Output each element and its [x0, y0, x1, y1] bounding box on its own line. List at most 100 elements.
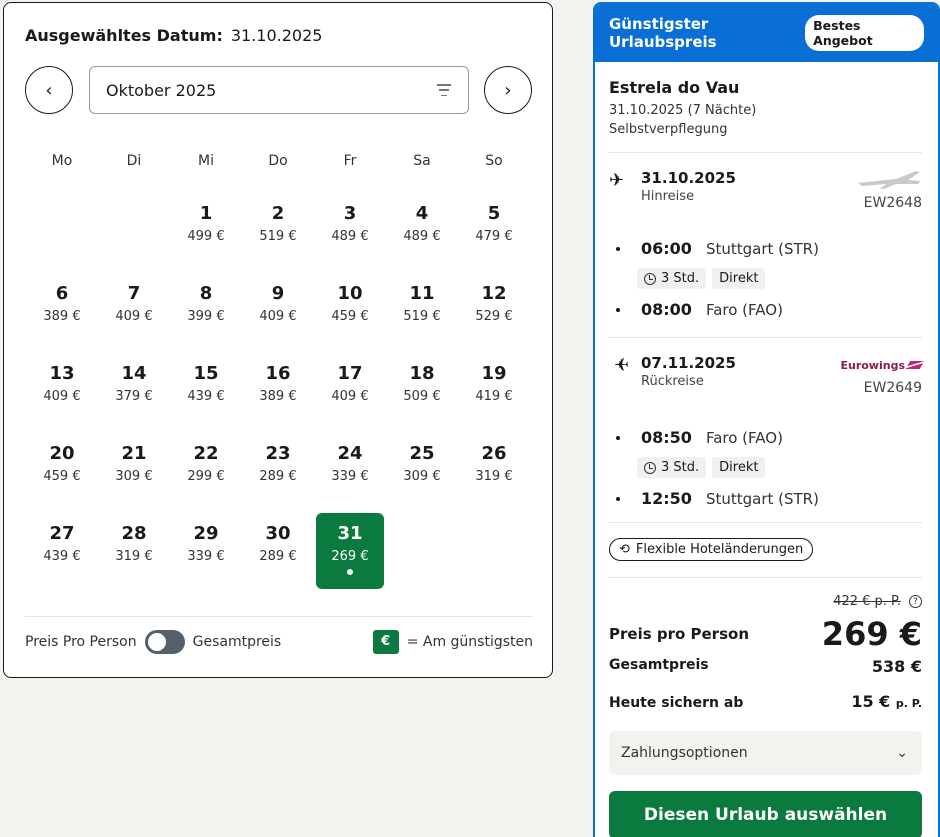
calendar-day[interactable]: 18 509 €	[386, 353, 458, 429]
calendar-day[interactable]: 27 439 €	[26, 513, 98, 589]
calendar-day[interactable]: 3 489 €	[314, 193, 386, 269]
day-number: 27	[49, 523, 75, 544]
select-holiday-button[interactable]: Diesen Urlaub auswählen	[609, 791, 922, 837]
day-number: 18	[409, 363, 435, 384]
day-number: 12	[481, 283, 507, 304]
cheapest-legend: € = Am günstigsten	[372, 629, 533, 654]
previous-month-button[interactable]: ‹	[25, 66, 73, 114]
airline-name: Eurowings	[840, 358, 905, 372]
outbound-flight: ✈ 31.10.2025 Hinreise EW2648 06:00 Stutt…	[609, 169, 922, 319]
euro-icon: €	[372, 629, 399, 654]
calendar-day[interactable]: 1 499 €	[170, 193, 242, 269]
day-price: 319 €	[475, 469, 513, 484]
month-select[interactable]: Oktober 2025	[89, 66, 469, 114]
calendar-grid: 1 499 € 2 519 € 3 489 € 4 489 € 5 479 € 6 389 € 7 409…	[26, 193, 530, 593]
day-number: 11	[409, 283, 435, 304]
deposit-amount: 15 €	[851, 692, 891, 711]
offer-header: Günstigster Urlaubspreis Bestes Angebot	[595, 4, 938, 62]
outbound-departure-airport: Stuttgart (STR)	[705, 239, 819, 258]
toggle-knob	[147, 632, 166, 651]
duration-text: 3 Std.	[661, 460, 700, 475]
date-picker-calendar: Ausgewähltes Datum: 31.10.2025 ‹ Oktober…	[3, 2, 553, 678]
return-type: Rückreise	[641, 374, 704, 389]
day-number: 15	[193, 363, 219, 384]
calendar-day[interactable]: 7 409 €	[98, 273, 170, 349]
divider	[609, 577, 922, 578]
day-number: 19	[481, 363, 507, 384]
day-price: 439 €	[43, 549, 81, 564]
outbound-departure-time: 06:00	[641, 239, 692, 258]
outbound-arrival-airport: Faro (FAO)	[705, 300, 783, 319]
day-number: 2	[271, 203, 285, 224]
calendar-day[interactable]: 30 289 €	[242, 513, 314, 589]
calendar-day[interactable]: 9 409 €	[242, 273, 314, 349]
day-number: 28	[121, 523, 147, 544]
day-price: 489 €	[331, 229, 369, 244]
calendar-day[interactable]: 16 389 €	[242, 353, 314, 429]
duration-chip: 3 Std.	[637, 457, 707, 478]
calendar-day[interactable]: 29 339 €	[170, 513, 242, 589]
calendar-day[interactable]: 23 289 €	[242, 433, 314, 509]
calendar-day[interactable]: 24 339 €	[314, 433, 386, 509]
help-icon[interactable]: ?	[909, 595, 922, 608]
day-number: 5	[487, 203, 501, 224]
divider	[609, 522, 922, 523]
original-price: 422 € p. P.	[833, 594, 901, 609]
chevron-left-icon: ‹	[45, 79, 53, 101]
calendar-day[interactable]: 13 409 €	[26, 353, 98, 429]
chevron-down-icon: ⌄	[896, 745, 908, 761]
chevron-right-icon: ›	[504, 79, 512, 101]
next-month-button[interactable]: ›	[484, 66, 532, 114]
day-price: 389 €	[43, 309, 81, 324]
calendar-footer: Preis Pro Person Gesamtpreis € = Am güns…	[25, 616, 533, 666]
calendar-day[interactable]: 25 309 €	[386, 433, 458, 509]
calendar-day[interactable]: 4 489 €	[386, 193, 458, 269]
price-mode-toggle[interactable]	[144, 629, 185, 654]
total-price-value: 538 €	[871, 657, 922, 676]
outbound-flight-number: EW2648	[863, 195, 922, 211]
calendar-day[interactable]: 12 529 €	[458, 273, 530, 349]
selected-date-header: Ausgewähltes Datum: 31.10.2025	[25, 26, 322, 45]
day-price: 439 €	[187, 389, 225, 404]
total-price-toggle-label: Gesamtpreis	[192, 633, 282, 650]
day-price: 489 €	[403, 229, 441, 244]
selected-indicator-dot	[347, 569, 353, 575]
calendar-day[interactable]: 15 439 €	[170, 353, 242, 429]
calendar-day[interactable]: 28 319 €	[98, 513, 170, 589]
day-price: 319 €	[115, 549, 153, 564]
direct-chip: Direkt	[712, 457, 766, 478]
calendar-day[interactable]: 10 459 €	[314, 273, 386, 349]
day-price: 309 €	[115, 469, 153, 484]
day-price: 479 €	[475, 229, 513, 244]
flexible-hotel-changes-chip[interactable]: ⟲ Flexible Hoteländerungen	[609, 538, 814, 561]
airline-plane-logo	[856, 169, 922, 191]
calendar-day[interactable]: 17 409 €	[314, 353, 386, 429]
calendar-day[interactable]: 19 419 €	[458, 353, 530, 429]
weekday-header: Mo Di Mi Do Fr Sa So	[26, 153, 530, 169]
total-price-label: Gesamtpreis	[609, 657, 709, 673]
price-summary: 422 € p. P.? Preis pro Person 269 € Gesa…	[609, 594, 922, 711]
calendar-day-selected[interactable]: 31 269 €	[316, 513, 384, 589]
day-price: 529 €	[475, 309, 513, 324]
day-number: 29	[193, 523, 219, 544]
timeline-dot	[616, 435, 620, 440]
calendar-day[interactable]: 5 479 €	[458, 193, 530, 269]
calendar-day[interactable]: 14 379 €	[98, 353, 170, 429]
calendar-day[interactable]: 8 399 €	[170, 273, 242, 349]
calendar-day[interactable]: 11 519 €	[386, 273, 458, 349]
board-type: Selbstverpflegung	[609, 122, 728, 137]
day-price: 419 €	[475, 389, 513, 404]
month-select-value: Oktober 2025	[106, 80, 217, 100]
return-arrival-airport: Stuttgart (STR)	[705, 489, 819, 508]
day-price: 409 €	[115, 309, 153, 324]
calendar-day[interactable]: 22 299 €	[170, 433, 242, 509]
calendar-day[interactable]: 2 519 €	[242, 193, 314, 269]
calendar-day[interactable]: 26 319 €	[458, 433, 530, 509]
outbound-date: 31.10.2025	[641, 169, 736, 187]
calendar-day[interactable]: 6 389 €	[26, 273, 98, 349]
day-price: 409 €	[43, 389, 81, 404]
calendar-day[interactable]: 20 459 €	[26, 433, 98, 509]
payment-options-dropdown[interactable]: Zahlungsoptionen ⌄	[609, 731, 922, 775]
weekday-label: Sa	[413, 153, 431, 169]
calendar-day[interactable]: 21 309 €	[98, 433, 170, 509]
